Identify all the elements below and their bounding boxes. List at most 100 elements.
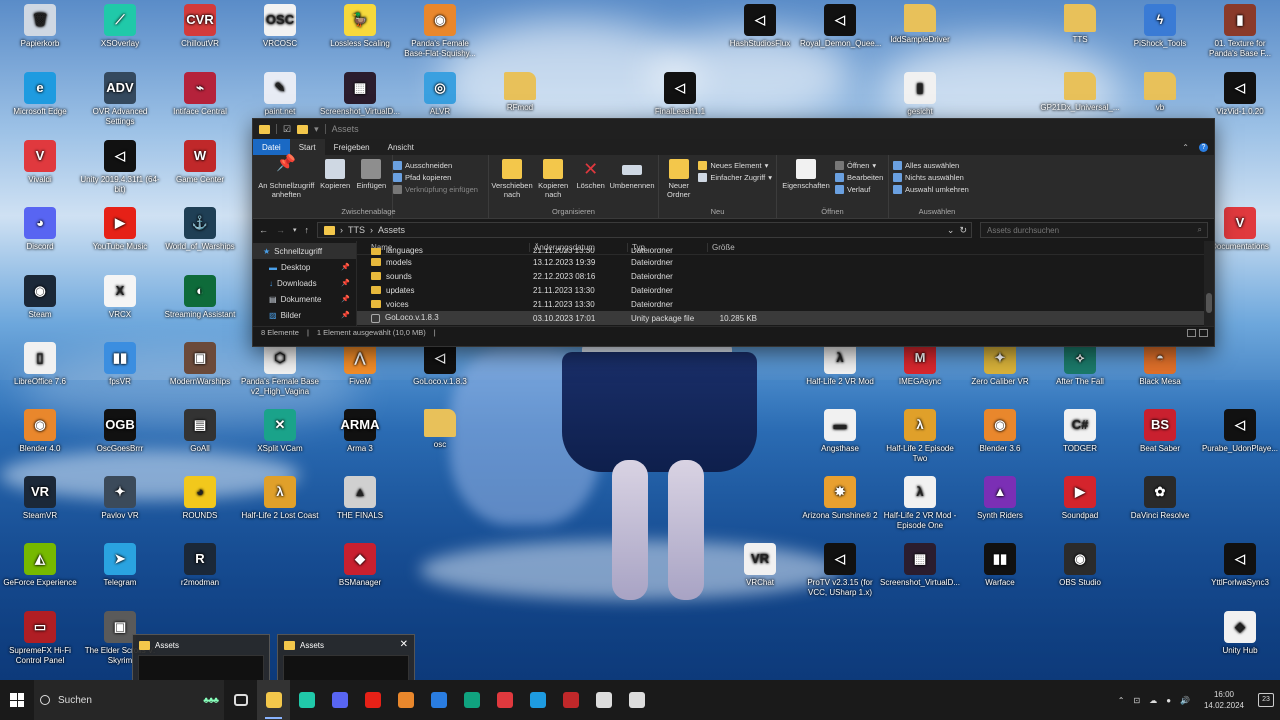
desktop-icon[interactable]: ◁ ProTV v2.3.15 (for VCC, USharp 1.x): [800, 543, 880, 598]
desktop-icon[interactable]: RFmod: [480, 72, 560, 113]
taskbar-app-edge[interactable]: [521, 680, 554, 720]
desktop-icon[interactable]: M IMEGAsync: [880, 342, 960, 387]
desktop-icon[interactable]: W Game Center: [160, 140, 240, 185]
taskbar-app-discord[interactable]: [323, 680, 356, 720]
desktop-icon[interactable]: ◭ GeForce Experience: [0, 543, 80, 588]
nav-item[interactable]: ▬ Desktop 📌: [253, 259, 356, 275]
taskbar-app-vivaldi[interactable]: [488, 680, 521, 720]
desktop-icon[interactable]: ✿ DaVinci Resolve: [1120, 476, 1200, 521]
desktop-icon[interactable]: OSC VRCOSC: [240, 4, 320, 49]
large-icons-view-icon[interactable]: [1199, 328, 1208, 337]
taskbar-app-mail[interactable]: [422, 680, 455, 720]
desktop-icon[interactable]: ➤ Telegram: [80, 543, 160, 588]
desktop-icon[interactable]: GP21Dx_Universal_...: [1040, 72, 1120, 113]
notification-center-icon[interactable]: 23: [1258, 693, 1274, 707]
desktop-icon[interactable]: ADV OVR Advanced Settings: [80, 72, 160, 127]
new-folder-button[interactable]: Neuer Ordner: [663, 159, 694, 206]
microphone-icon[interactable]: ●: [1166, 696, 1171, 705]
desktop-icon[interactable]: ▮▮ Warface: [960, 543, 1040, 588]
search-input[interactable]: Assets durchsuchen ⌕: [980, 222, 1208, 238]
taskbar-app-xsoverlay[interactable]: [290, 680, 323, 720]
desktop-icon[interactable]: ✦ Zero Caliber VR: [960, 342, 1040, 387]
desktop-icon[interactable]: ◉ Panda's Female Base-Flat-Squishy...: [400, 4, 480, 59]
desktop-icon[interactable]: ⚓ World_of_Warships: [160, 207, 240, 252]
desktop-icon[interactable]: ◁ VizVid-1.0.20: [1200, 72, 1280, 117]
desktop-icon[interactable]: ◕ Discord: [0, 207, 80, 252]
edit-button[interactable]: Bearbeiten: [835, 173, 883, 182]
desktop-icon[interactable]: ◉ Blender 4.0: [0, 409, 80, 454]
up-arrow-icon[interactable]: ↑: [305, 225, 310, 235]
desktop-icon[interactable]: ϟ PiShock_Tools: [1120, 4, 1200, 49]
taskbar-app-file-explorer[interactable]: [257, 680, 290, 720]
desktop-icon[interactable]: λ Half-Life 2 Episode Two: [880, 409, 960, 464]
desktop-icon[interactable]: C# TODGER: [1040, 409, 1120, 454]
desktop-icon[interactable]: ◉ Blender 3.6: [960, 409, 1040, 454]
file-row[interactable]: voices 21.11.2023 13:30 Dateiordner: [357, 297, 1214, 311]
paste-button[interactable]: Einfügen: [355, 159, 388, 206]
cut-button[interactable]: Ausschneiden: [393, 161, 478, 170]
taskbar-app-blender[interactable]: [389, 680, 422, 720]
breadcrumb-tts[interactable]: TTS: [348, 225, 365, 235]
desktop-icon[interactable]: BS Beat Saber: [1120, 409, 1200, 454]
desktop-icon[interactable]: λ Half-Life 2 VR Mod - Episode One: [880, 476, 960, 531]
desktop-icon[interactable]: ◁ FinalLeash1.1: [640, 72, 720, 117]
desktop-icon[interactable]: Rr2modman: [160, 543, 240, 588]
pin-quick-access-button[interactable]: 📌 An Schnellzugriff anheften: [257, 156, 316, 206]
desktop-icon[interactable]: 🦆 Lossless Scaling: [320, 4, 400, 49]
open-button[interactable]: Öffnen ▾: [835, 161, 883, 170]
desktop-icon[interactable]: ▶ Soundpad: [1040, 476, 1120, 521]
desktop-icon[interactable]: ▯ LibreOffice 7.6: [0, 342, 80, 387]
desktop-icon[interactable]: ◆ BSManager: [320, 543, 400, 588]
desktop-icon[interactable]: ▦ Screenshot_VirtualD...: [320, 72, 400, 117]
desktop-icon[interactable]: ◁ Purabe_UdonPlaye...: [1200, 409, 1280, 454]
nav-item[interactable]: ★ Schnellzugriff: [253, 243, 356, 259]
forward-arrow-icon[interactable]: →: [276, 225, 285, 235]
desktop-icon[interactable]: ▤ GoAll: [160, 409, 240, 454]
file-row[interactable]: GoLoco.v.1.8.3 03.10.2023 17:01 Unity pack…: [357, 311, 1214, 325]
close-icon[interactable]: ✕: [400, 639, 408, 650]
volume-icon[interactable]: 🔊: [1180, 696, 1190, 705]
scrollbar-thumb[interactable]: [1206, 293, 1212, 313]
desktop-icon[interactable]: ▬ Angsthase: [800, 409, 880, 454]
nav-item[interactable]: ▤ Dokumente 📌: [253, 291, 356, 307]
address-bar[interactable]: › TTS › Assets ⌄ ↻: [317, 222, 972, 238]
desktop-icon[interactable]: ✸ Arizona Sunshine® 2: [800, 476, 880, 521]
desktop-icon[interactable]: ◎ ALVR: [400, 72, 480, 117]
chevron-down-icon[interactable]: ▾: [314, 124, 319, 135]
network-icon[interactable]: ⊡: [1133, 696, 1140, 705]
desktop-icon[interactable]: ⌁ Intiface Central: [160, 72, 240, 117]
desktop-icon[interactable]: ◐ Streaming Assistant: [160, 275, 240, 320]
breadcrumb-assets[interactable]: Assets: [378, 225, 405, 235]
desktop-icon[interactable]: VR SteamVR: [0, 476, 80, 521]
collapse-ribbon-icon[interactable]: ⌃: [1182, 143, 1189, 152]
copy-path-button[interactable]: Pfad kopieren: [393, 173, 478, 182]
start-button[interactable]: [0, 680, 34, 720]
select-all-button[interactable]: Alles auswählen: [893, 161, 969, 170]
desktop-icon[interactable]: ▲ Synth Riders: [960, 476, 1040, 521]
tab-view[interactable]: Ansicht: [379, 139, 423, 155]
desktop-icon[interactable]: ◁ HashStudiosFlux: [720, 4, 800, 49]
nav-item[interactable]: ▨ Bilder 📌: [253, 307, 356, 323]
desktop-icon[interactable]: ARMA Arma 3: [320, 409, 400, 454]
desktop-icon[interactable]: ▮▮ fpsVR: [80, 342, 160, 387]
taskbar-app-7zip[interactable]: [620, 680, 653, 720]
desktop-icon[interactable]: ⟋ XSOverlay: [80, 4, 160, 49]
select-none-button[interactable]: Nichts auswählen: [893, 173, 969, 182]
taskbar-app-steam[interactable]: [587, 680, 620, 720]
desktop-icon[interactable]: ◉ OBS Studio: [1040, 543, 1120, 588]
chevron-up-icon[interactable]: ⌃: [1118, 696, 1125, 705]
rename-button[interactable]: Umbenennen: [609, 159, 655, 206]
file-row[interactable]: models 13.12.2023 19:39 Dateiordner: [357, 255, 1214, 269]
desktop-icon[interactable]: e Microsoft Edge: [0, 72, 80, 117]
desktop-icon[interactable]: λ Half-Life 2 Lost Coast: [240, 476, 320, 521]
desktop-icon[interactable]: ▮ 01. Texture for Panda's Base F...: [1200, 4, 1280, 59]
easy-access-button[interactable]: Einfacher Zugriff ▾: [698, 173, 772, 182]
tab-share[interactable]: Freigeben: [325, 139, 379, 155]
desktop-icon[interactable]: ◉ Steam: [0, 275, 80, 320]
checkmark-icon[interactable]: ☑: [283, 124, 291, 135]
file-row[interactable]: updates 21.11.2023 13:30 Dateiordner: [357, 283, 1214, 297]
desktop-icon[interactable]: X VRCX: [80, 275, 160, 320]
help-icon[interactable]: ?: [1199, 142, 1208, 152]
desktop-icon[interactable]: ◁ GoLoco.v.1.8.3: [400, 342, 480, 387]
desktop-icon[interactable]: osc: [400, 409, 480, 450]
